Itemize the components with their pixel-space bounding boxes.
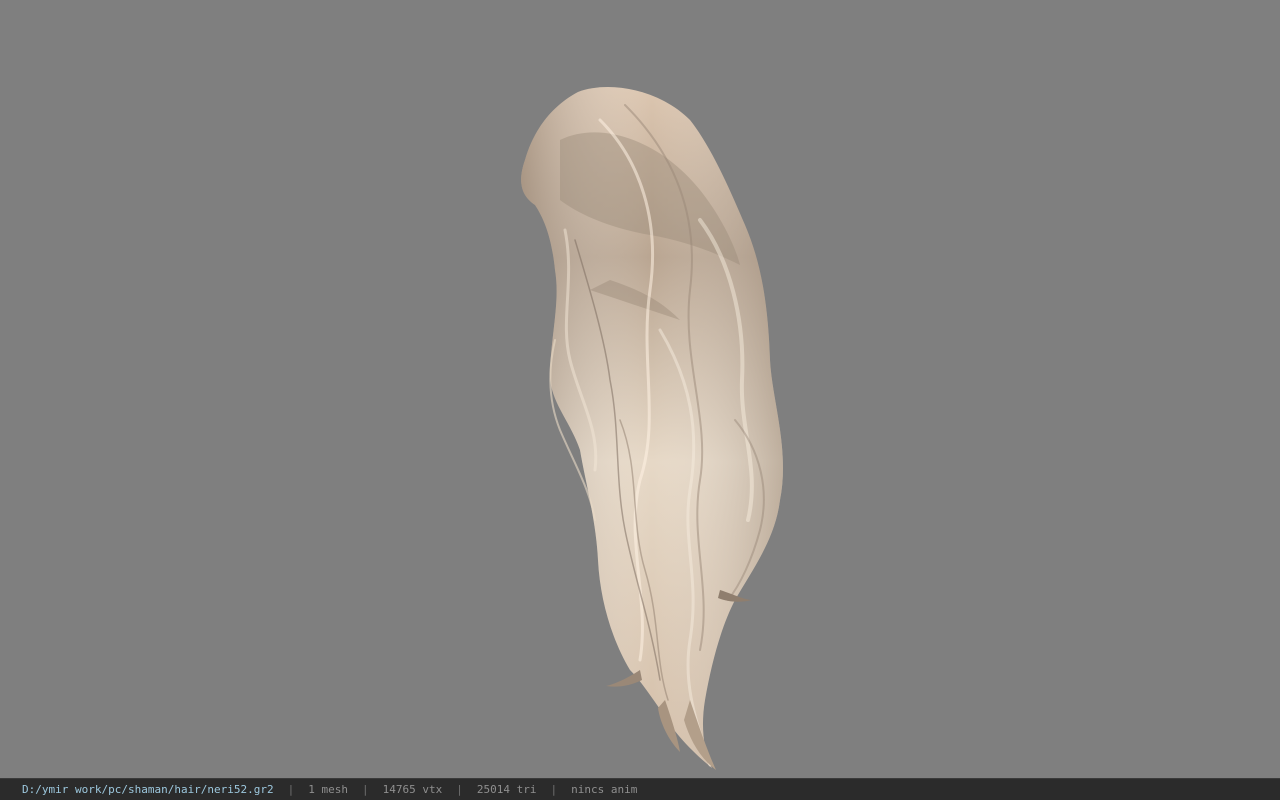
- status-bar: D:/ymir work/pc/shaman/hair/neri52.gr2 |…: [0, 778, 1280, 800]
- triangle-count: 25014 tri: [476, 783, 537, 796]
- separator: |: [362, 783, 369, 796]
- separator: |: [550, 783, 558, 796]
- file-path: D:/ymir work/pc/shaman/hair/neri52.gr2: [22, 783, 274, 796]
- vertex-count: 14765 vtx: [382, 783, 443, 796]
- separator: |: [456, 783, 463, 796]
- hair-mesh-icon[interactable]: [0, 0, 1280, 778]
- separator: |: [287, 783, 295, 796]
- 3d-viewport[interactable]: [0, 0, 1280, 778]
- animation-status: nincs anim: [571, 783, 638, 796]
- mesh-count: 1 mesh: [308, 783, 349, 796]
